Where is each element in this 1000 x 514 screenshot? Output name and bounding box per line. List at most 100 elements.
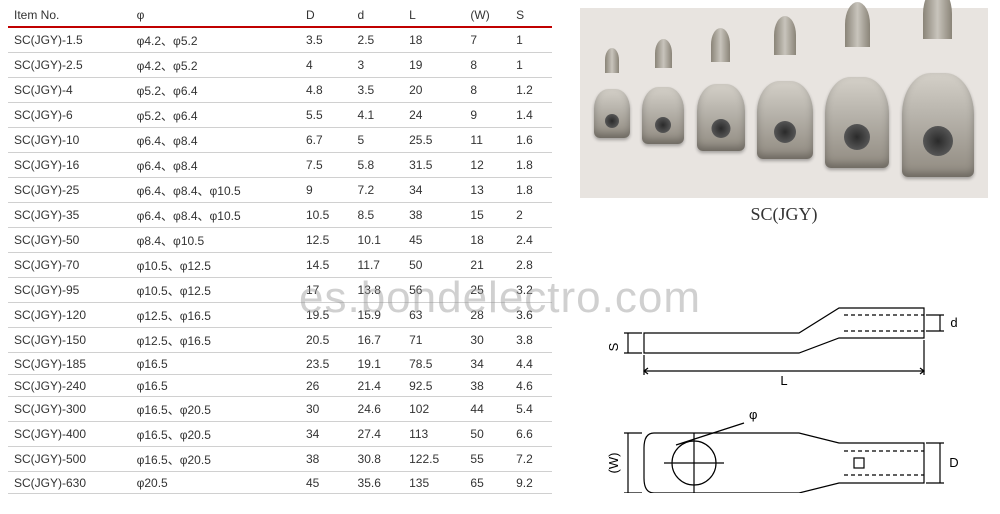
cell-D: 23.5: [300, 353, 352, 375]
table-row: SC(JGY)-2.5φ4.2、φ5.2431981: [8, 53, 552, 78]
cell-L: 113: [403, 422, 464, 447]
cell-item: SC(JGY)-16: [8, 153, 131, 178]
cell-phi: φ5.2、φ6.4: [131, 103, 300, 128]
cell-d: 5: [352, 128, 404, 153]
cell-L: 25.5: [403, 128, 464, 153]
cell-L: 19: [403, 53, 464, 78]
table-row: SC(JGY)-1.5φ4.2、φ5.23.52.51871: [8, 27, 552, 53]
cell-W: 18: [464, 228, 510, 253]
cell-L: 31.5: [403, 153, 464, 178]
cell-item: SC(JGY)-2.5: [8, 53, 131, 78]
cell-phi: φ20.5: [131, 472, 300, 494]
cell-d: 11.7: [352, 253, 404, 278]
cell-d: 35.6: [352, 472, 404, 494]
cell-S: 1.6: [510, 128, 552, 153]
cell-W: 65: [464, 472, 510, 494]
cell-L: 56: [403, 278, 464, 303]
cell-d: 24.6: [352, 397, 404, 422]
cell-phi: φ4.2、φ5.2: [131, 27, 300, 53]
cell-D: 6.7: [300, 128, 352, 153]
cell-d: 15.9: [352, 303, 404, 328]
cell-d: 27.4: [352, 422, 404, 447]
cell-phi: φ10.5、φ12.5: [131, 278, 300, 303]
cell-L: 34: [403, 178, 464, 203]
cell-S: 1.4: [510, 103, 552, 128]
cell-d: 2.5: [352, 27, 404, 53]
header-row: Item No. φ D d L (W) S: [8, 4, 552, 27]
cell-phi: φ6.4、φ8.4: [131, 128, 300, 153]
lug-icon: [825, 38, 889, 168]
lug-icon: [642, 62, 684, 144]
cell-S: 1: [510, 27, 552, 53]
cell-phi: φ8.4、φ10.5: [131, 228, 300, 253]
cell-item: SC(JGY)-500: [8, 447, 131, 472]
cell-D: 17: [300, 278, 352, 303]
cell-item: SC(JGY)-120: [8, 303, 131, 328]
col-W: (W): [464, 4, 510, 27]
cell-d: 13.8: [352, 278, 404, 303]
cell-L: 135: [403, 472, 464, 494]
cell-item: SC(JGY)-6: [8, 103, 131, 128]
cell-L: 78.5: [403, 353, 464, 375]
cell-S: 3.6: [510, 303, 552, 328]
cell-d: 21.4: [352, 375, 404, 397]
cell-item: SC(JGY)-35: [8, 203, 131, 228]
cell-S: 5.4: [510, 397, 552, 422]
table-row: SC(JGY)-10φ6.4、φ8.46.7525.5111.6: [8, 128, 552, 153]
label-d: d: [950, 315, 957, 330]
cell-d: 7.2: [352, 178, 404, 203]
table-row: SC(JGY)-16φ6.4、φ8.47.55.831.5121.8: [8, 153, 552, 178]
label-W: (W): [606, 453, 621, 474]
table-row: SC(JGY)-185φ16.523.519.178.5344.4: [8, 353, 552, 375]
cell-L: 38: [403, 203, 464, 228]
cell-item: SC(JGY)-95: [8, 278, 131, 303]
cell-D: 10.5: [300, 203, 352, 228]
cell-d: 4.1: [352, 103, 404, 128]
cell-W: 44: [464, 397, 510, 422]
cell-item: SC(JGY)-70: [8, 253, 131, 278]
cell-item: SC(JGY)-300: [8, 397, 131, 422]
cell-L: 71: [403, 328, 464, 353]
cell-L: 122.5: [403, 447, 464, 472]
table-row: SC(JGY)-630φ20.54535.6135659.2: [8, 472, 552, 494]
cell-item: SC(JGY)-400: [8, 422, 131, 447]
product-photo: [580, 8, 988, 198]
label-D: D: [949, 455, 958, 470]
cell-item: SC(JGY)-25: [8, 178, 131, 203]
cell-D: 30: [300, 397, 352, 422]
cell-phi: φ16.5: [131, 353, 300, 375]
lug-icon: [594, 68, 630, 138]
cell-W: 9: [464, 103, 510, 128]
cell-L: 92.5: [403, 375, 464, 397]
cell-W: 13: [464, 178, 510, 203]
label-L: L: [780, 373, 787, 388]
right-pane: SC(JGY): [560, 0, 1000, 514]
cell-phi: φ16.5、φ20.5: [131, 397, 300, 422]
cell-S: 3.8: [510, 328, 552, 353]
cell-phi: φ6.4、φ8.4: [131, 153, 300, 178]
cell-d: 16.7: [352, 328, 404, 353]
cell-D: 19.5: [300, 303, 352, 328]
col-item: Item No.: [8, 4, 131, 27]
table-row: SC(JGY)-120φ12.5、φ16.519.515.963283.6: [8, 303, 552, 328]
cell-d: 8.5: [352, 203, 404, 228]
col-d: d: [352, 4, 404, 27]
cell-S: 1.2: [510, 78, 552, 103]
lug-icon: [697, 55, 745, 151]
table-row: SC(JGY)-70φ10.5、φ12.514.511.750212.8: [8, 253, 552, 278]
cell-S: 1.8: [510, 153, 552, 178]
cell-W: 7: [464, 27, 510, 53]
cell-S: 2: [510, 203, 552, 228]
cell-S: 4.6: [510, 375, 552, 397]
cell-D: 4: [300, 53, 352, 78]
cell-D: 34: [300, 422, 352, 447]
cell-W: 21: [464, 253, 510, 278]
cell-item: SC(JGY)-1.5: [8, 27, 131, 53]
cell-L: 63: [403, 303, 464, 328]
cell-d: 3.5: [352, 78, 404, 103]
cell-D: 3.5: [300, 27, 352, 53]
cell-d: 30.8: [352, 447, 404, 472]
cell-phi: φ16.5: [131, 375, 300, 397]
cell-S: 1.8: [510, 178, 552, 203]
table-row: SC(JGY)-25φ6.4、φ8.4、φ10.597.234131.8: [8, 178, 552, 203]
